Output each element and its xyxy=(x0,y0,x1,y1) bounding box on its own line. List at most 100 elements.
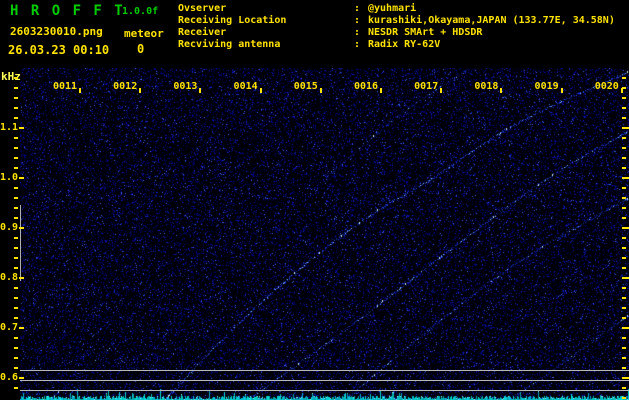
freq-tick-mark xyxy=(14,337,18,339)
receiver-label: Receiver xyxy=(178,27,354,39)
freq-tick-mark xyxy=(14,247,18,249)
freq-tick-mark xyxy=(14,117,18,119)
freq-tick-mark xyxy=(19,377,24,379)
freq-tick-mark-right xyxy=(622,217,626,219)
freq-tick-mark-right xyxy=(622,257,626,259)
observer-label: Ovserver xyxy=(178,3,354,15)
vertical-marker-line xyxy=(20,205,21,281)
antenna-value: Radix RY-62V xyxy=(368,39,440,51)
freq-tick-mark xyxy=(14,167,18,169)
freq-tick-mark xyxy=(14,97,18,99)
freq-tick-mark xyxy=(14,257,18,259)
freq-tick-mark xyxy=(14,217,18,219)
freq-tick-mark xyxy=(14,207,18,209)
observation-info: Ovserver:@yuhmari Receiving Location:kur… xyxy=(178,3,615,51)
time-tick-label: 0016 xyxy=(351,81,381,92)
info-row-antenna: Recviving antenna:Radix RY-62V xyxy=(178,39,615,51)
freq-tick-label: 1.1 xyxy=(0,122,18,133)
freq-tick-mark-right xyxy=(622,367,626,369)
freq-tick-mark-right xyxy=(622,397,626,399)
freq-tick-mark xyxy=(14,317,18,319)
freq-tick-mark-right xyxy=(622,127,629,129)
freq-tick-mark-right xyxy=(622,377,629,379)
freq-tick-mark-right xyxy=(622,77,626,79)
freq-tick-mark-right xyxy=(622,87,626,89)
freq-tick-mark-right xyxy=(622,277,629,279)
app-version: 1.0.0f xyxy=(122,6,158,17)
time-tick-label: 0018 xyxy=(471,81,501,92)
freq-tick-mark-right xyxy=(622,167,626,169)
time-tick-mark xyxy=(260,88,262,93)
freq-tick-mark xyxy=(14,197,18,199)
time-tick-mark xyxy=(199,88,201,93)
freq-tick-mark-right xyxy=(622,247,626,249)
freq-tick-mark xyxy=(14,157,18,159)
freq-tick-mark xyxy=(14,107,18,109)
time-tick-label: 0014 xyxy=(231,81,261,92)
colon-separator: : xyxy=(354,15,368,27)
colon-separator: : xyxy=(354,27,368,39)
freq-tick-mark xyxy=(19,327,24,329)
time-tick-label: 0015 xyxy=(291,81,321,92)
freq-tick-mark-right xyxy=(622,97,626,99)
reference-line xyxy=(20,380,629,381)
freq-tick-mark-right xyxy=(622,177,629,179)
freq-tick-label: 0.7 xyxy=(0,322,18,333)
time-tick-mark xyxy=(139,88,141,93)
freq-tick-label: 0.9 xyxy=(0,222,18,233)
freq-tick-mark-right xyxy=(622,227,629,229)
freq-tick-label: 0.8 xyxy=(0,272,18,283)
freq-tick-mark xyxy=(14,367,18,369)
freq-tick-mark-right xyxy=(622,327,629,329)
reference-line xyxy=(20,370,629,371)
location-value: kurashiki,Okayama,JAPAN (133.77E, 34.58N… xyxy=(368,15,615,27)
time-tick-mark xyxy=(320,88,322,93)
freq-tick-mark-right xyxy=(622,157,626,159)
freq-tick-mark xyxy=(14,147,18,149)
freq-tick-mark xyxy=(14,137,18,139)
spectrogram-canvas xyxy=(20,68,629,400)
freq-tick-mark-right xyxy=(622,317,626,319)
freq-tick-mark xyxy=(19,127,24,129)
info-row-location: Receiving Location:kurashiki,Okayama,JAP… xyxy=(178,15,615,27)
colon-separator: : xyxy=(354,39,368,51)
location-label: Receiving Location xyxy=(178,15,354,27)
time-tick-label: 0013 xyxy=(170,81,200,92)
freq-tick-mark xyxy=(14,267,18,269)
meteor-count-value: 0 xyxy=(137,42,144,56)
freq-tick-label: 1.0 xyxy=(0,172,18,183)
freq-tick-mark xyxy=(19,177,24,179)
freq-tick-mark xyxy=(14,307,18,309)
freq-tick-mark-right xyxy=(622,307,626,309)
freq-tick-mark-right xyxy=(622,297,626,299)
time-tick-mark xyxy=(500,88,502,93)
time-tick-label: 0019 xyxy=(532,81,562,92)
info-row-observer: Ovserver:@yuhmari xyxy=(178,3,615,15)
freq-tick-mark-right xyxy=(622,347,626,349)
freq-tick-mark-right xyxy=(622,117,626,119)
time-tick-label: 0017 xyxy=(411,81,441,92)
time-tick-mark xyxy=(440,88,442,93)
freq-tick-mark xyxy=(14,297,18,299)
observer-value: @yuhmari xyxy=(368,3,416,15)
freq-tick-mark-right xyxy=(622,287,626,289)
freq-tick-mark-right xyxy=(622,207,626,209)
colon-separator: : xyxy=(354,3,368,15)
app-title: H R O F F T xyxy=(10,3,125,19)
freq-tick-mark-right xyxy=(622,387,626,389)
freq-tick-mark xyxy=(14,87,18,89)
freq-tick-mark xyxy=(14,77,18,79)
freq-tick-mark xyxy=(14,187,18,189)
freq-tick-mark xyxy=(14,347,18,349)
reference-line xyxy=(20,390,629,391)
freq-tick-label: 0.6 xyxy=(0,372,18,383)
freq-tick-mark xyxy=(19,277,24,279)
time-tick-label: 0020 xyxy=(592,81,622,92)
output-filename: 2603230010.png xyxy=(10,25,103,38)
time-tick-mark xyxy=(380,88,382,93)
antenna-label: Recviving antenna xyxy=(178,39,354,51)
freq-tick-mark-right xyxy=(622,337,626,339)
time-tick-label: 0011 xyxy=(50,81,80,92)
freq-tick-mark-right xyxy=(622,137,626,139)
time-tick-mark xyxy=(561,88,563,93)
